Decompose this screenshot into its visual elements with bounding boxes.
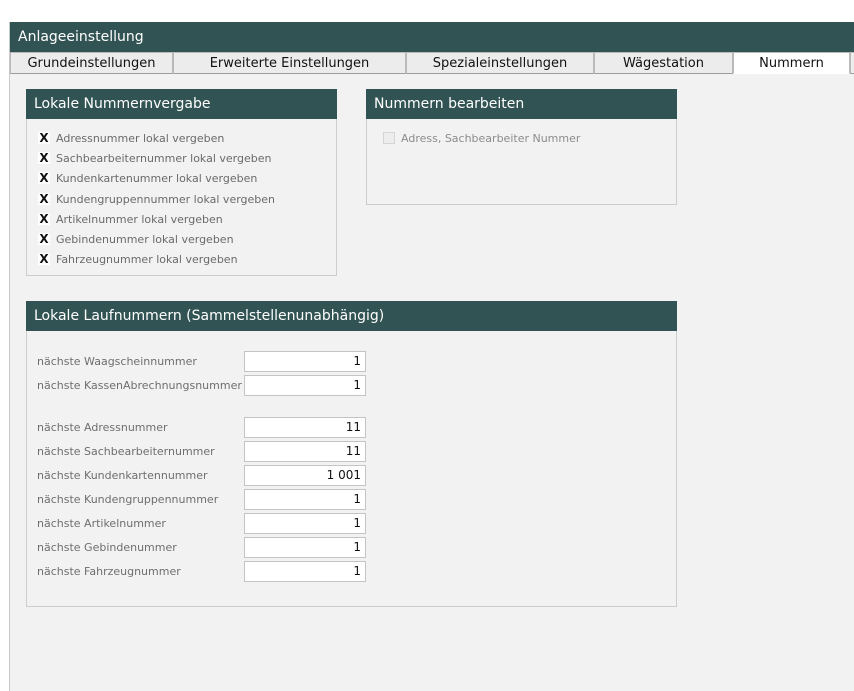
checkbox-kundenkartenummer[interactable]: X xyxy=(38,172,50,184)
input-gebindenummer[interactable]: 1 xyxy=(244,537,366,558)
checkbox-label: Kundengruppennummer lokal vergeben xyxy=(56,192,276,206)
input-artikelnummer[interactable]: 1 xyxy=(244,513,366,534)
window-title: Anlageeinstellung xyxy=(10,22,854,52)
tab-spezialeinstellungen[interactable]: Spezialeinstellungen xyxy=(406,52,594,74)
checkbox-gebindenummer[interactable]: X xyxy=(38,233,50,245)
checkbox-label: Artikelnummer lokal vergeben xyxy=(56,212,223,226)
checkbox-kundengruppennummer[interactable]: X xyxy=(38,193,50,205)
tab-nummern[interactable]: Nummern xyxy=(733,52,850,74)
label-sachbearbeiternummer: nächste Sachbearbeiternummer xyxy=(37,445,215,458)
checkbox-kundengruppennummer-row[interactable]: X Kundengruppennummer lokal vergeben xyxy=(38,191,275,207)
panel-lokale-laufnummern: Lokale Laufnummern (Sammelstellenunabhän… xyxy=(26,301,677,607)
label-fahrzeugnummer: nächste Fahrzeugnummer xyxy=(37,565,181,578)
checkbox-sachbearbeiternummer-row[interactable]: X Sachbearbeiternummer lokal vergeben xyxy=(38,150,271,166)
label-waagscheinnummer: nächste Waagscheinnummer xyxy=(37,355,197,368)
panel-title: Lokale Laufnummern (Sammelstellenunabhän… xyxy=(26,301,677,331)
input-adressnummer[interactable]: 11 xyxy=(244,417,366,438)
checkbox-adressnummer-row[interactable]: X Adressnummer lokal vergeben xyxy=(38,130,224,146)
checkbox-artikelnummer-row[interactable]: X Artikelnummer lokal vergeben xyxy=(38,211,223,227)
label-artikelnummer: nächste Artikelnummer xyxy=(37,517,166,530)
label-gebindenummer: nächste Gebindenummer xyxy=(37,541,177,554)
label-kundenkartennummer: nächste Kundenkartennummer xyxy=(37,469,208,482)
input-fahrzeugnummer[interactable]: 1 xyxy=(244,561,366,582)
checkbox-label: Kundenkartenummer lokal vergeben xyxy=(56,171,258,185)
input-kundengruppennummer[interactable]: 1 xyxy=(244,489,366,510)
checkbox-fahrzeugnummer-row[interactable]: X Fahrzeugnummer lokal vergeben xyxy=(38,251,238,267)
tab-waegestation[interactable]: Wägestation xyxy=(594,52,733,74)
label-adressnummer: nächste Adressnummer xyxy=(37,421,168,434)
tab-bar: Grundeinstellungen Erweiterte Einstellun… xyxy=(10,52,854,74)
panel-nummern-bearbeiten: Nummern bearbeiten Adress, Sachbearbeite… xyxy=(366,89,677,205)
tab-erweiterte-einstellungen[interactable]: Erweiterte Einstellungen xyxy=(173,52,406,74)
checkbox-adressnummer[interactable]: X xyxy=(38,132,50,144)
checkbox-artikelnummer[interactable]: X xyxy=(38,213,50,225)
panel-title: Lokale Nummernvergabe xyxy=(26,89,337,119)
checkbox-fahrzeugnummer[interactable]: X xyxy=(38,253,50,265)
input-sachbearbeiternummer[interactable]: 11 xyxy=(244,441,366,462)
label-kassenabrechnungsnummer: nächste KassenAbrechnungsnummer xyxy=(37,379,242,392)
checkbox-adress-sachbearbeiter-row[interactable]: Adress, Sachbearbeiter Nummer xyxy=(383,130,580,146)
settings-window: Anlageeinstellung Grundeinstellungen Erw… xyxy=(9,22,854,691)
input-kundenkartennummer[interactable]: 1 001 xyxy=(244,465,366,486)
tab-grundeinstellungen[interactable]: Grundeinstellungen xyxy=(10,52,173,74)
label-kundengruppennummer: nächste Kundengruppennummer xyxy=(37,493,219,506)
checkbox-sachbearbeiternummer[interactable]: X xyxy=(38,152,50,164)
checkbox-label: Adress, Sachbearbeiter Nummer xyxy=(401,131,581,145)
panel-title: Nummern bearbeiten xyxy=(366,89,677,119)
checkbox-gebindenummer-row[interactable]: X Gebindenummer lokal vergeben xyxy=(38,231,234,247)
checkbox-kundenkartenummer-row[interactable]: X Kundenkartenummer lokal vergeben xyxy=(38,170,257,186)
checkbox-label: Adressnummer lokal vergeben xyxy=(56,131,225,145)
panel-lokale-nummernvergabe: Lokale Nummernvergabe X Adressnummer lok… xyxy=(26,89,337,276)
input-waagscheinnummer[interactable]: 1 xyxy=(244,351,366,372)
tab-overflow xyxy=(850,52,854,74)
checkbox-label: Fahrzeugnummer lokal vergeben xyxy=(56,252,238,266)
input-kassenabrechnungsnummer[interactable]: 1 xyxy=(244,375,366,396)
checkbox-label: Sachbearbeiternummer lokal vergeben xyxy=(56,151,272,165)
checkbox-label: Gebindenummer lokal vergeben xyxy=(56,232,234,246)
checkbox-adress-sachbearbeiter[interactable] xyxy=(383,132,395,144)
